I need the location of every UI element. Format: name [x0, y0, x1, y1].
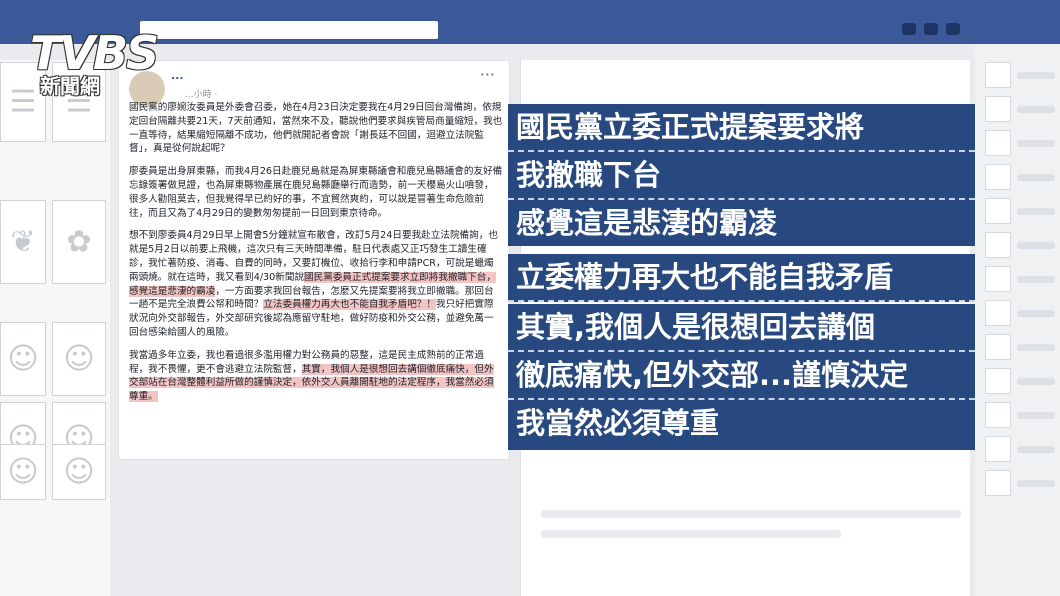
chat-contact-name: [1017, 344, 1055, 351]
caption-line-3: 感覺這是悲淒的霸凌: [508, 200, 975, 246]
post-paragraph: 想不到廖委員4月29日早上開會5分鐘就宣布散會，改訂5月24日要我赴立法院備詢，…: [129, 229, 503, 339]
highlighted-text: 立法委員權力再大也不能自我矛盾吧？！: [263, 299, 436, 311]
chat-contact[interactable]: [985, 368, 1011, 394]
chat-contact[interactable]: [985, 96, 1011, 122]
placeholder-line: [541, 530, 841, 538]
messages-icon[interactable]: [924, 23, 938, 35]
chat-contact-name: [1017, 242, 1055, 249]
caption-line-2: 我撤職下台: [508, 152, 975, 200]
chat-contact[interactable]: [985, 232, 1011, 258]
chat-contact[interactable]: [985, 300, 1011, 326]
chat-contact-name: [1017, 208, 1055, 215]
notifications-icon[interactable]: [946, 23, 960, 35]
chat-contact[interactable]: [985, 470, 1011, 496]
top-icon-group: [902, 23, 960, 35]
chat-contact-name: [1017, 310, 1055, 317]
leaf-icon: ❦: [10, 224, 36, 260]
person-icon: ☺: [63, 341, 95, 377]
friends-icon[interactable]: [902, 23, 916, 35]
chat-contact[interactable]: [985, 62, 1011, 88]
chat-contact-name: [1017, 72, 1055, 79]
chat-contact[interactable]: [985, 436, 1011, 462]
chat-contact-name: [1017, 446, 1055, 453]
chat-contact-name: [1017, 174, 1055, 181]
post-paragraph: 國民黨的廖婉汝委員是外委會召委，她在4月23日決定要我在4月29日回台灣備詢，依…: [129, 102, 503, 155]
sidebar-thumb[interactable]: ☺: [0, 322, 46, 396]
chat-contact-name: [1017, 480, 1055, 487]
sidebar-thumb[interactable]: ☺: [0, 444, 46, 500]
placeholder-line: [541, 510, 961, 518]
chat-contact[interactable]: [985, 334, 1011, 360]
chat-contact-name: [1017, 140, 1055, 147]
caption-line-7: 我當然必須尊重: [508, 400, 975, 450]
chat-contact[interactable]: [985, 266, 1011, 292]
person-icon: ☺: [7, 454, 39, 490]
chat-contact-name: [1017, 106, 1055, 113]
post-text: 國民黨的廖婉汝委員是外委會召委，她在4月23日決定要我在4月29日回台灣備詢，依…: [129, 101, 503, 413]
left-sidebar: ☰ ☰ ❦ ✿ ☺ ☺ ☺ ☺ ☺ ☺: [0, 60, 110, 596]
caption-line-4: 立委權力再大也不能自我矛盾: [508, 254, 975, 302]
sidebar-thumb[interactable]: ☺: [52, 444, 106, 500]
more-options-icon[interactable]: ···: [480, 65, 495, 84]
chat-contact[interactable]: [985, 130, 1011, 156]
flower-icon: ✿: [66, 224, 92, 260]
sidebar-thumb[interactable]: ❦: [0, 200, 46, 284]
chat-contact[interactable]: [985, 402, 1011, 428]
person-icon: ☺: [7, 341, 39, 377]
caption-line-5: 其實,我個人是很想回去講個: [508, 304, 975, 352]
sidebar-thumb[interactable]: ✿: [52, 200, 106, 284]
person-icon: ☺: [63, 454, 95, 490]
tvbs-logo: TVBS 新聞網: [30, 30, 210, 99]
post-paragraph: 廖委員是出身屏東縣，而我4月26日赴鹿兒島就是為屏東縣議會和鹿兒島縣議會的友好備…: [129, 166, 503, 219]
sidebar-thumb[interactable]: ☺: [52, 322, 106, 396]
chat-contact-name: [1017, 412, 1055, 419]
chat-contact[interactable]: [985, 198, 1011, 224]
chat-contact-name: [1017, 276, 1055, 283]
chat-contact[interactable]: [985, 164, 1011, 190]
post-paragraph: 我當過多年立委，我也看過很多濫用權力對公務員的惡整，這是民主成熟前的正常過程，我…: [129, 349, 503, 404]
chat-sidebar: [975, 44, 1060, 596]
facebook-post: ... ...小時 · ··· 國民黨的廖婉汝委員是外委會召委，她在4月23日決…: [118, 60, 510, 460]
caption-line-1: 國民黨立委正式提案要求將: [508, 104, 975, 152]
caption-line-6: 徹底痛快,但外交部...謹慎決定: [508, 352, 975, 400]
chat-contact-name: [1017, 378, 1055, 385]
